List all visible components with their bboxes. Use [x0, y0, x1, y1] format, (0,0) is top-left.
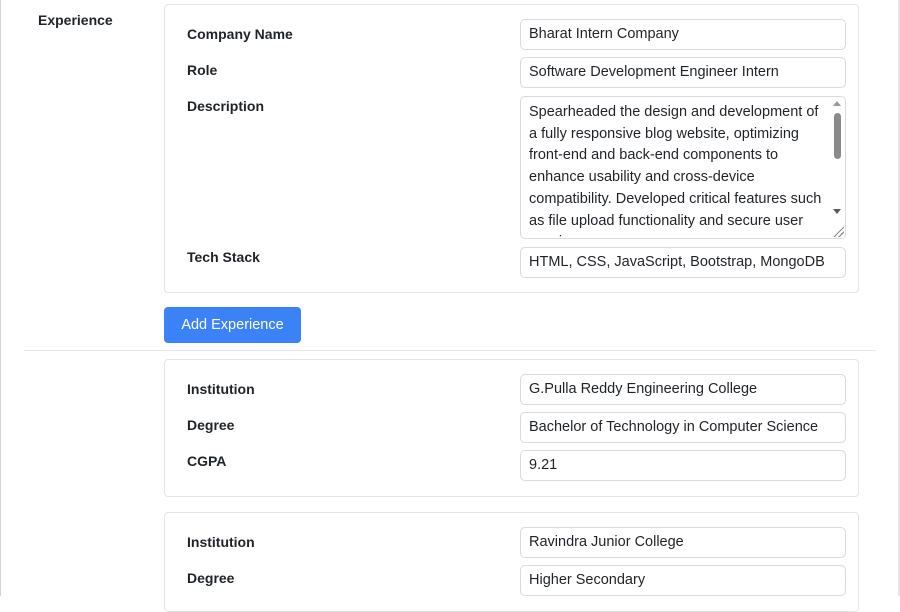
tech-stack-input[interactable]: HTML, CSS, JavaScript, Bootstrap, MongoD…	[520, 247, 846, 278]
tech-stack-label: Tech Stack	[187, 249, 260, 265]
scroll-thumb[interactable]	[834, 113, 841, 159]
description-textarea[interactable]: Spearheaded the design and development o…	[520, 96, 846, 239]
education-card-1: Institution G.Pulla Reddy Engineering Co…	[164, 359, 859, 497]
add-experience-button[interactable]: Add Experience	[164, 307, 301, 343]
role-label: Role	[187, 62, 218, 78]
role-input[interactable]: Software Development Engineer Intern	[520, 57, 846, 88]
description-text: Spearheaded the design and development o…	[529, 104, 822, 238]
scroll-down-arrow-icon[interactable]	[833, 209, 841, 214]
degree-label: Degree	[187, 417, 235, 433]
section-divider	[24, 350, 876, 351]
company-name-input[interactable]: Bharat Intern Company	[520, 19, 846, 50]
institution-input[interactable]: G.Pulla Reddy Engineering College	[520, 374, 846, 405]
institution-label: Institution	[187, 534, 255, 550]
education-card-2: Institution Ravindra Junior College Degr…	[164, 512, 859, 612]
degree-label: Degree	[187, 570, 235, 586]
description-label: Description	[187, 98, 265, 114]
experience-section-label: Experience	[38, 12, 113, 28]
resize-handle-icon[interactable]	[832, 225, 844, 237]
institution-input[interactable]: Ravindra Junior College	[520, 527, 846, 558]
scroll-up-arrow-icon[interactable]	[833, 101, 841, 106]
cgpa-label: CGPA	[187, 453, 227, 469]
experience-card: Company Name Bharat Intern Company Role …	[164, 4, 859, 293]
cgpa-input[interactable]: 9.21	[520, 450, 846, 481]
description-scrollbar[interactable]	[829, 97, 845, 238]
degree-input[interactable]: Bachelor of Technology in Computer Scien…	[520, 412, 846, 443]
institution-label: Institution	[187, 381, 255, 397]
degree-input[interactable]: Higher Secondary	[520, 565, 846, 596]
company-name-label: Company Name	[187, 26, 293, 42]
left-edge-line	[0, 0, 1, 596]
